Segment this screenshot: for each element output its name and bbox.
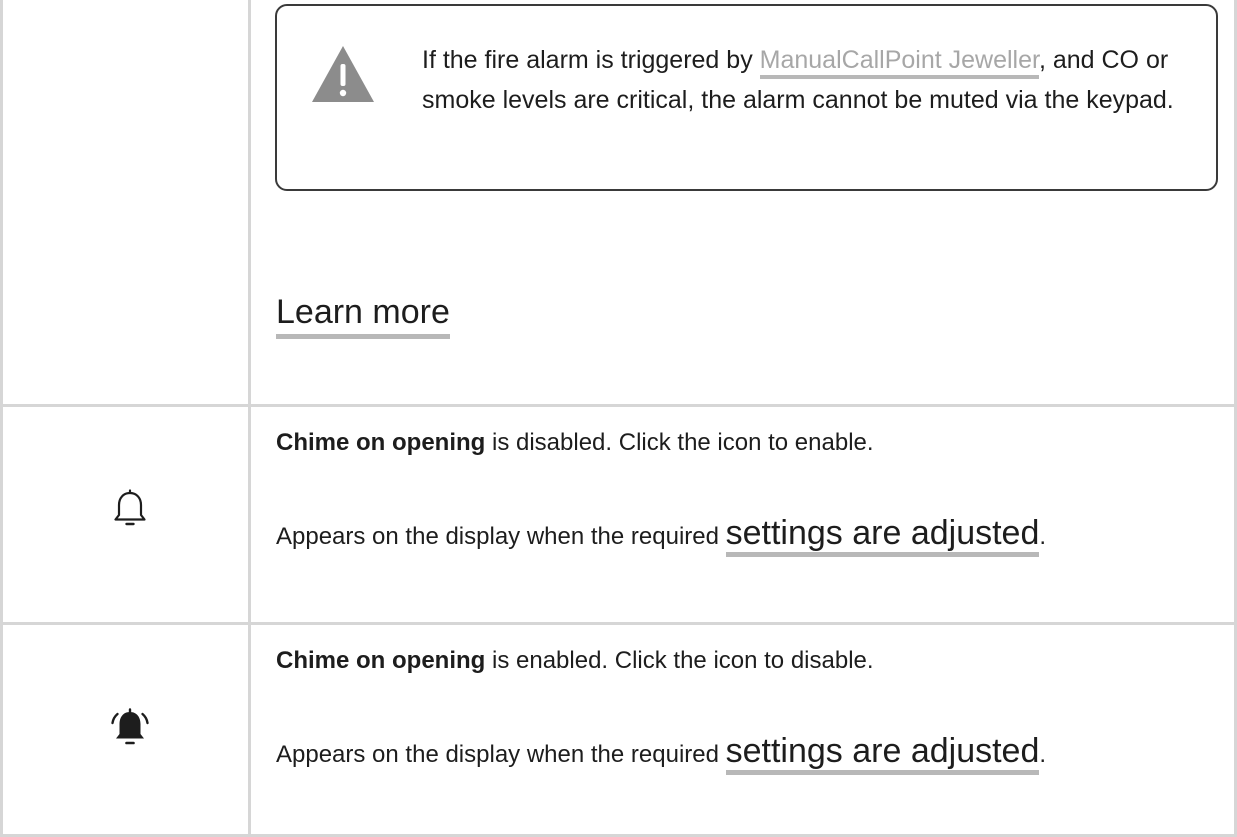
description-cell: Chime on opening is disabled. Click the … [251,407,1234,622]
status-line: Chime on opening is disabled. Click the … [276,427,874,459]
warning-text-before: If the fire alarm is triggered by [422,46,760,74]
warning-callout: If the fire alarm is triggered by Manual… [275,4,1218,191]
display-note-period: . [1039,741,1047,768]
display-note-period: . [1039,523,1047,550]
display-note: Appears on the display when the required… [276,511,1046,559]
table-row: If the fire alarm is triggered by Manual… [3,0,1234,404]
display-note: Appears on the display when the required… [276,729,1046,777]
settings-link[interactable]: settings are adjusted [725,732,1040,775]
icon-cell [3,0,251,404]
icon-cell [3,625,251,834]
warning-icon [312,46,374,102]
manualcallpoint-link[interactable]: ManualCallPoint Jeweller [759,46,1039,79]
display-note-text: Appears on the display when the required [276,741,726,768]
description-cell: If the fire alarm is triggered by Manual… [251,0,1234,404]
feature-name: Chime on opening [276,429,486,456]
learn-more-link[interactable]: Learn more [276,290,450,339]
icon-cell [3,407,251,622]
info-table: If the fire alarm is triggered by Manual… [0,0,1237,837]
warning-text: If the fire alarm is triggered by Manual… [422,40,1202,120]
display-note-text: Appears on the display when the required [276,523,726,550]
feature-name: Chime on opening [276,647,486,674]
bell-ringing-icon[interactable] [111,708,149,750]
status-text: is disabled. Click the icon to enable. [485,429,874,456]
table-row: Chime on opening is enabled. Click the i… [3,622,1234,837]
bell-outline-icon[interactable] [111,489,149,531]
status-text: is enabled. Click the icon to disable. [485,647,874,674]
description-cell: Chime on opening is enabled. Click the i… [251,625,1234,834]
settings-link[interactable]: settings are adjusted [725,514,1040,557]
table-row: Chime on opening is disabled. Click the … [3,404,1234,622]
status-line: Chime on opening is enabled. Click the i… [276,645,874,677]
